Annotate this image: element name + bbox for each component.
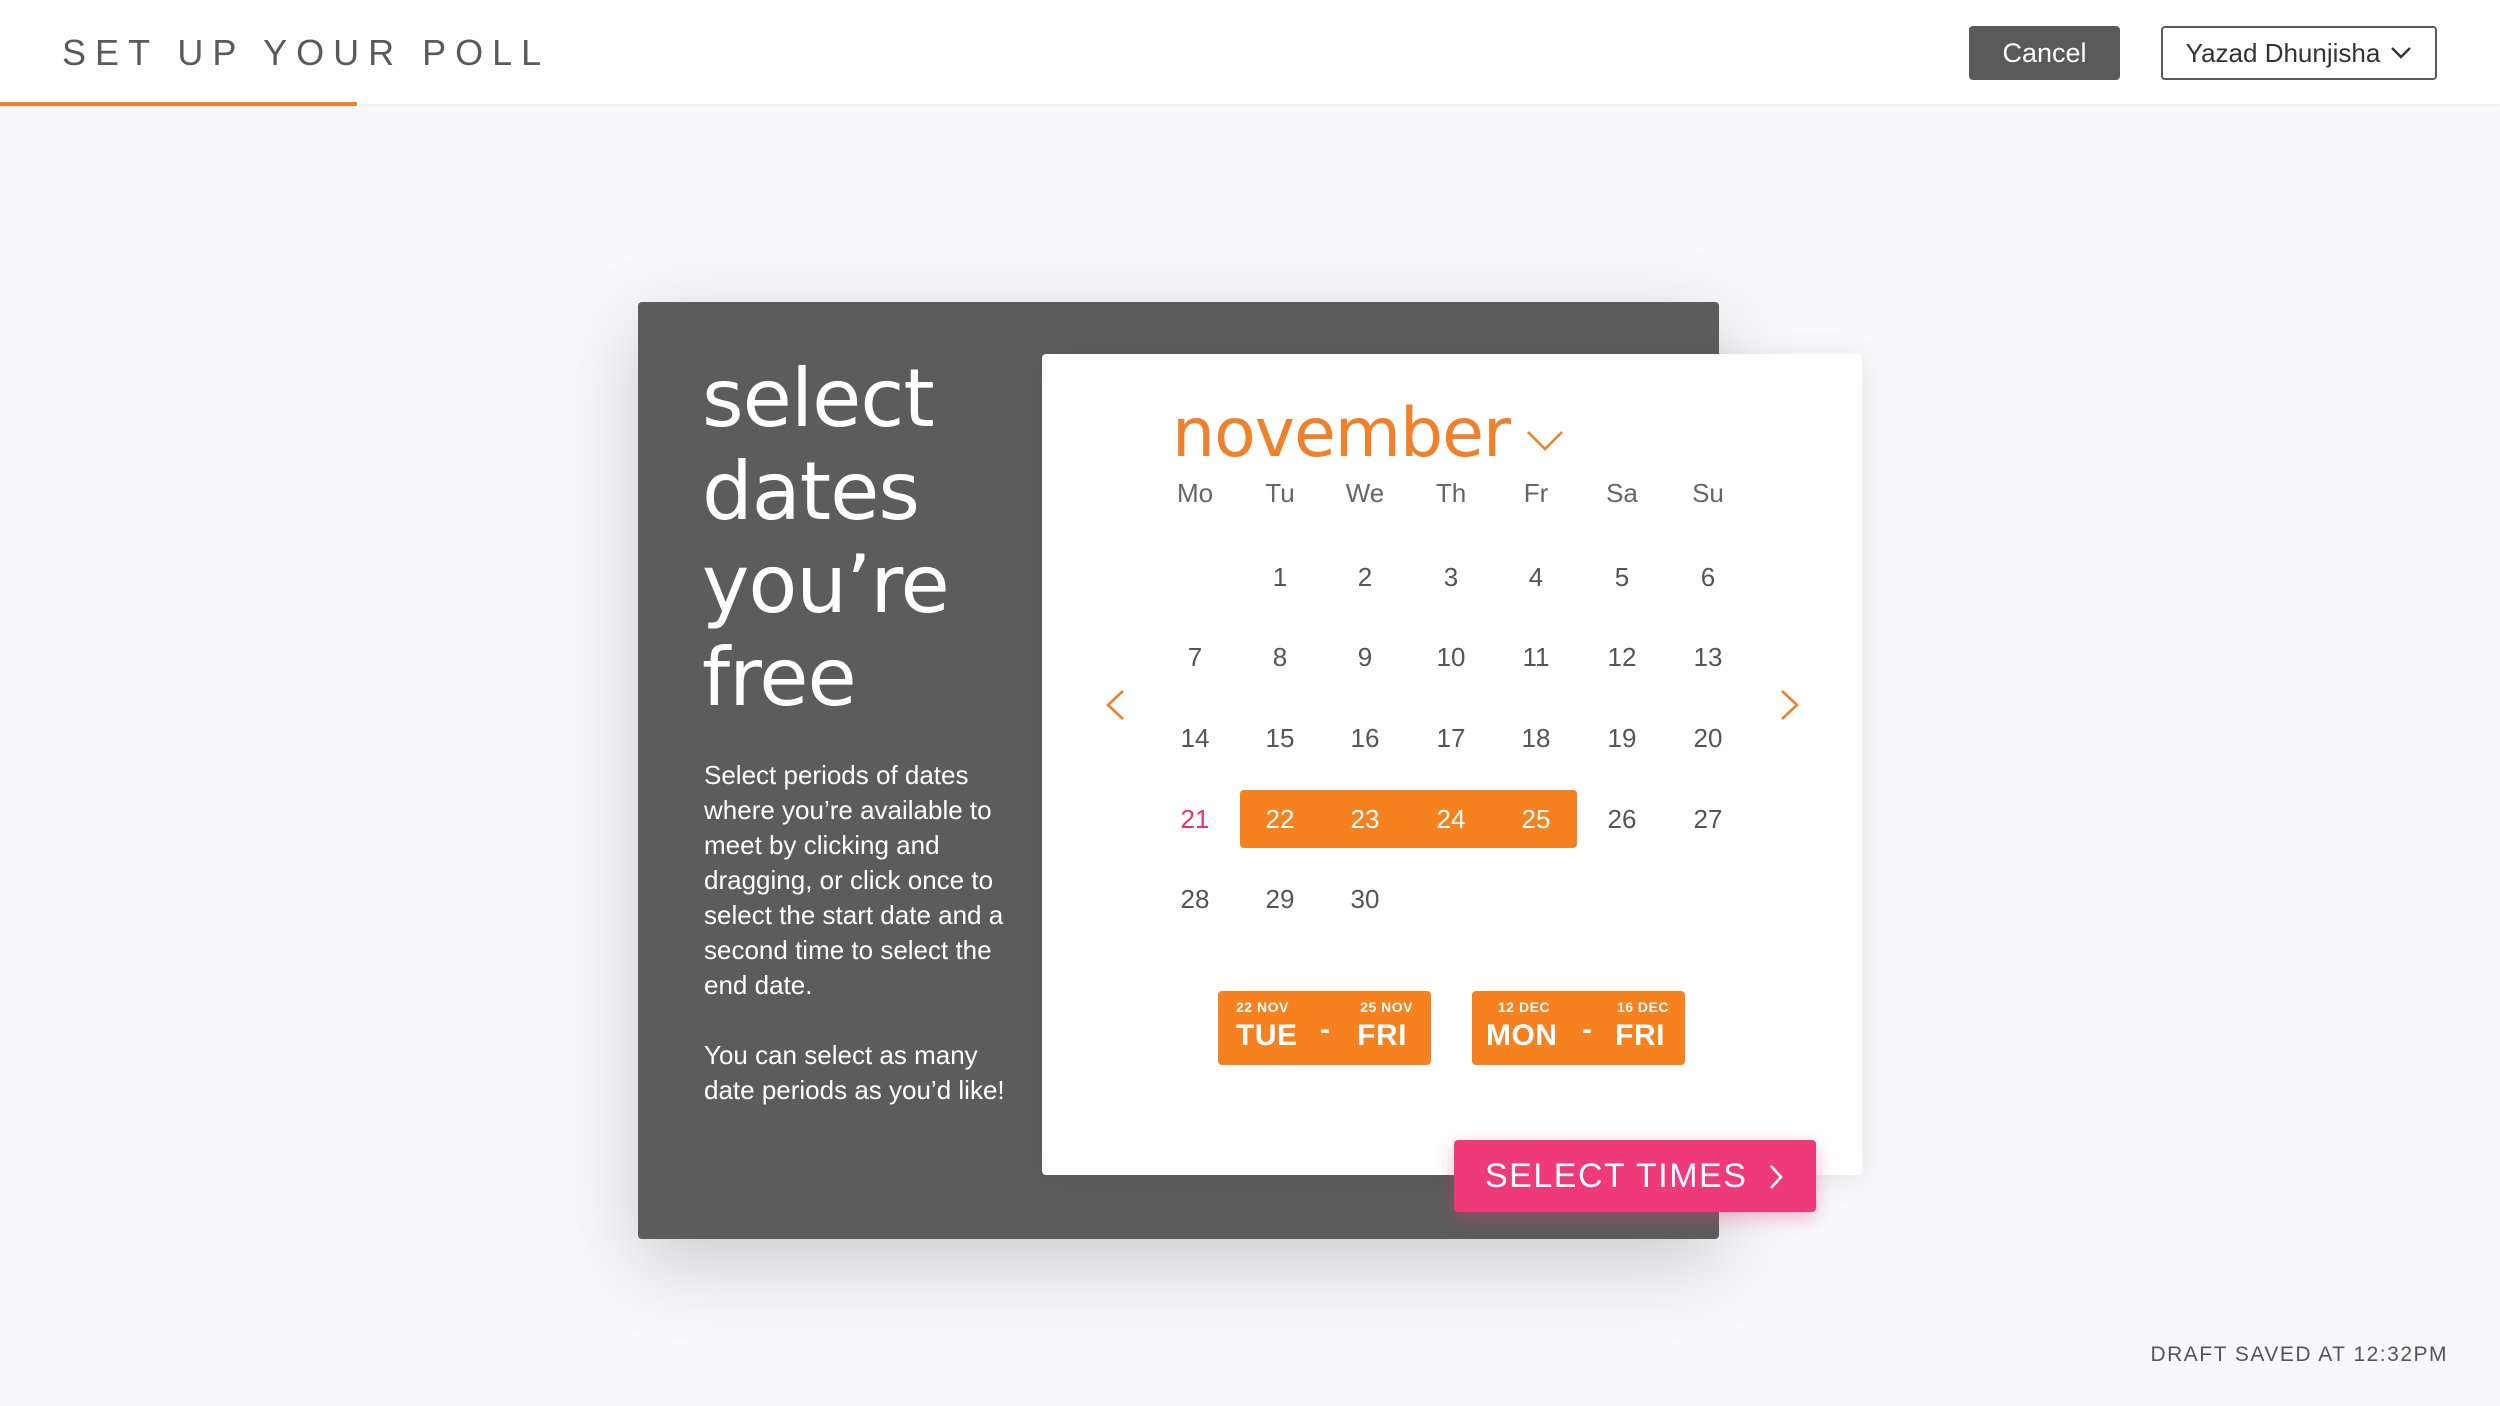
calendar-day[interactable]: 15 [1240,709,1320,767]
calendar-day-today[interactable]: 21 [1155,790,1235,848]
calendar-day[interactable]: 29 [1240,870,1320,928]
period-end-date: 25 NOV [1360,999,1413,1015]
calendar-day-selected[interactable]: 25 [1496,790,1576,848]
calendar-day[interactable]: 1 [1240,548,1320,606]
description-paragraph: Select periods of dates where you’re ava… [704,760,1004,1000]
calendar-day[interactable]: 11 [1496,628,1576,686]
chevron-down-icon [1527,431,1563,451]
calendar-day[interactable]: 20 [1668,709,1748,767]
weekday-label: Mo [1176,478,1214,508]
cancel-button[interactable]: Cancel [1969,26,2120,80]
draft-status: DRAFT SAVED AT 12:32PM [2150,1343,2448,1366]
page-title: SET UP YOUR POLL [62,32,551,73]
calendar-day[interactable]: 10 [1411,628,1491,686]
user-name: Yazad Dhunjisha [2185,37,2381,68]
period-start-date: 12 DEC [1498,999,1551,1015]
calendar-day[interactable]: 28 [1155,870,1235,928]
calendar-day[interactable]: 6 [1668,548,1748,606]
month-label: november [1172,394,1511,473]
chevron-right-icon [1781,690,1799,720]
calendar-day[interactable]: 19 [1582,709,1662,767]
description-paragraph: You can select as many date periods as y… [704,1040,1005,1105]
intro-description: Select periods of dates where you’re ava… [704,758,1014,1143]
headline-line: select [702,352,935,445]
intro-headline: select dates you’re free [702,352,1022,724]
calendar-day[interactable]: 8 [1240,628,1320,686]
range-dash: - [1320,1013,1330,1046]
calendar-day[interactable]: 12 [1582,628,1662,686]
month-dropdown[interactable]: november [1172,398,1564,470]
calendar-day-selected[interactable]: 24 [1411,790,1491,848]
top-bar: SET UP YOUR POLL Cancel Yazad Dhunjisha [0,0,2500,106]
calendar-day[interactable]: 27 [1668,790,1748,848]
calendar-day-selected[interactable]: 23 [1325,790,1405,848]
calendar-day[interactable]: 5 [1582,548,1662,606]
weekday-label: We [1345,478,1385,508]
period-start-day: MON [1486,1019,1558,1052]
next-month-button[interactable] [1770,680,1810,730]
calendar-day[interactable]: 4 [1496,548,1576,606]
select-times-label: SELECT TIMES [1485,1156,1748,1195]
calendar-day[interactable]: 17 [1411,709,1491,767]
range-dash: - [1582,1013,1592,1046]
calendar-day[interactable]: 9 [1325,628,1405,686]
period-end-day: FRI [1615,1019,1665,1052]
period-start-day: TUE [1236,1019,1298,1052]
date-period-chip[interactable]: 12 DEC MON - 16 DEC FRI [1472,991,1685,1065]
headline-line: you’re [702,538,950,631]
user-menu-button[interactable]: Yazad Dhunjisha [2161,26,2437,80]
calendar-day[interactable]: 2 [1325,548,1405,606]
calendar-day[interactable]: 18 [1496,709,1576,767]
prev-month-button[interactable] [1095,680,1135,730]
calendar-day[interactable]: 14 [1155,709,1235,767]
weekday-label: Th [1435,478,1467,508]
date-period-chip[interactable]: 22 NOV TUE - 25 NOV FRI [1218,991,1431,1065]
chevron-right-icon [1770,1165,1783,1189]
chevron-down-icon [2391,47,2412,59]
calendar-day-selected[interactable]: 22 [1240,790,1320,848]
period-end-date: 16 DEC [1616,999,1669,1015]
headline-line: dates [702,445,920,538]
calendar-day[interactable]: 16 [1325,709,1405,767]
period-end-day: FRI [1357,1019,1407,1052]
weekday-label: Su [1692,478,1724,508]
calendar-day[interactable]: 30 [1325,870,1405,928]
weekday-label: Fr [1523,478,1549,508]
calendar-day[interactable]: 13 [1668,628,1748,686]
calendar-day[interactable]: 7 [1155,628,1235,686]
select-times-button[interactable]: SELECT TIMES [1454,1140,1816,1212]
weekday-label: Tu [1265,478,1295,508]
chevron-left-icon [1106,690,1124,720]
period-start-date: 22 NOV [1236,999,1289,1015]
calendar-day[interactable]: 26 [1582,790,1662,848]
calendar-day[interactable]: 3 [1411,548,1491,606]
progress-indicator [0,102,357,106]
weekday-label: Sa [1606,478,1638,508]
headline-line: free [702,631,857,724]
